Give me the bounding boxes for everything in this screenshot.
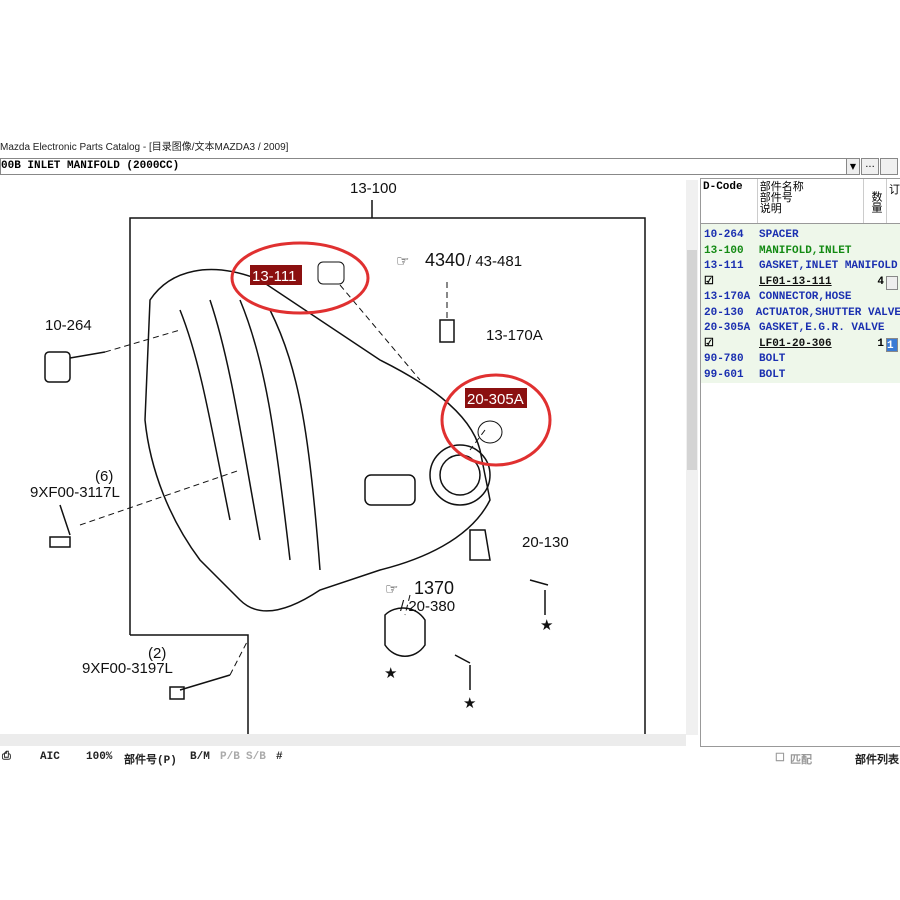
section-select[interactable]: 00B INLET MANIFOLD (2000CC)	[0, 158, 860, 175]
label-9XF00-3197L[interactable]: 9XF00-3197L	[82, 660, 173, 677]
part-name: ACTUATOR,SHUTTER VALVE	[755, 306, 900, 319]
scrollbar-thumb[interactable]	[687, 250, 697, 470]
match-checkbox[interactable]: ☐	[775, 751, 785, 765]
part-name: SPACER	[759, 229, 799, 241]
hash-button[interactable]: #	[276, 751, 283, 763]
dcode[interactable]: 10-264	[701, 228, 759, 244]
part-name: BOLT	[759, 368, 786, 381]
star-icon: ★	[463, 695, 476, 712]
col-dcode[interactable]: D-Code	[701, 179, 758, 223]
extra-button[interactable]	[880, 158, 898, 175]
part-name: GASKET,E.G.R. VALVE	[759, 322, 885, 334]
ref-icon: ☞	[385, 581, 398, 598]
quantity: 1	[877, 337, 884, 350]
part-row[interactable]: 90-780 BOLT	[701, 352, 900, 368]
aic-button[interactable]: AIC	[40, 751, 60, 763]
ref-icon: ☞	[396, 253, 409, 270]
part-name: MANIFOLD,INLET	[759, 244, 852, 257]
diagram-horizontal-scrollbar[interactable]	[0, 734, 686, 746]
dcode[interactable]: 13-100	[701, 244, 759, 260]
label-20-380[interactable]: / 20-380	[400, 598, 455, 615]
part-row[interactable]: 20-130 ACTUATOR,SHUTTER VALVE	[701, 306, 900, 322]
zoom-level[interactable]: 100%	[86, 751, 112, 763]
col-qty[interactable]: 数量	[864, 179, 887, 223]
dropdown-arrow-icon[interactable]: ▼	[846, 158, 860, 175]
status-bar: ⎙ AIC 100% 部件号(P) B/M P/B S/B # ☐ 匹配 部件列…	[0, 748, 900, 768]
label-43-481[interactable]: / 43-481	[467, 253, 522, 270]
select-checkbox[interactable]: ☑	[701, 275, 759, 291]
part-row[interactable]: 13-100 MANIFOLD,INLET	[701, 244, 900, 260]
dcode[interactable]: 13-170A	[701, 290, 759, 306]
dcode[interactable]: 20-130	[701, 306, 756, 322]
partno-button[interactable]: 部件号(P)	[124, 751, 177, 767]
pb-button[interactable]: P/B	[220, 751, 240, 763]
order-qty-input[interactable]: 1	[886, 337, 898, 352]
label-13-170A[interactable]: 13-170A	[486, 327, 543, 344]
label-4340[interactable]: 4340	[425, 250, 465, 270]
label-13-111-highlight[interactable]: 13-111	[252, 268, 296, 285]
window-title: Mazda Electronic Parts Catalog - [目录图像/文…	[0, 142, 289, 153]
label-bolt1-qty: (6)	[95, 468, 113, 485]
star-icon: ★	[384, 665, 397, 682]
star-icon: ★	[540, 617, 553, 634]
bm-button[interactable]: B/M	[190, 751, 210, 763]
label-20-305A-highlight[interactable]: 20-305A	[467, 391, 524, 408]
label-10-264[interactable]: 10-264	[45, 317, 92, 334]
partlist-button[interactable]: 部件列表	[855, 751, 899, 767]
part-number-row[interactable]: ☑ LF01-20-306 1 1	[701, 337, 900, 353]
dcode[interactable]: 90-780	[701, 352, 759, 368]
label-13-100[interactable]: 13-100	[350, 180, 397, 197]
col-order[interactable]: 订	[887, 179, 900, 223]
part-name: CONNECTOR,HOSE	[759, 291, 852, 303]
part-number-row[interactable]: ☑ LF01-13-111 4	[701, 275, 900, 291]
part-row[interactable]: 10-264 SPACER	[701, 228, 900, 244]
parts-list-panel: D-Code 部件名称 部件号 说明 数量 订 10-264 SPACER 13-1…	[700, 178, 900, 747]
label-9XF00-3117L[interactable]: 9XF00-3117L	[30, 484, 120, 501]
dcode[interactable]: 99-601	[701, 368, 759, 384]
dcode[interactable]: 20-305A	[701, 321, 759, 337]
part-row[interactable]: 99-601 BOLT	[701, 368, 900, 384]
part-row[interactable]: 20-305A GASKET,E.G.R. VALVE	[701, 321, 900, 337]
label-1370[interactable]: 1370	[414, 578, 454, 598]
more-button[interactable]: ...	[861, 158, 879, 175]
part-number[interactable]: LF01-20-306	[759, 337, 854, 353]
part-number[interactable]: LF01-13-111	[759, 275, 854, 291]
sb-button[interactable]: S/B	[246, 751, 266, 763]
select-checkbox[interactable]: ☑	[701, 337, 759, 353]
order-qty-input[interactable]	[886, 275, 898, 290]
label-20-130[interactable]: 20-130	[522, 534, 569, 551]
print-icon[interactable]: ⎙	[2, 751, 11, 763]
match-label: 匹配	[790, 755, 812, 767]
quantity: 4	[877, 275, 884, 288]
part-row[interactable]: 13-170A CONNECTOR,HOSE	[701, 290, 900, 306]
col-desc[interactable]: 说明	[760, 203, 861, 214]
part-name: GASKET,INLET MANIFOLD	[759, 260, 898, 272]
parts-diagram[interactable]: 13-100 13-111 ☞ 4340 / 43-481 13-170A 10…	[0, 178, 698, 738]
part-name: BOLT	[759, 353, 786, 365]
dcode[interactable]: 13-111	[701, 259, 759, 275]
part-row[interactable]: 13-111 GASKET,INLET MANIFOLD	[701, 259, 900, 275]
